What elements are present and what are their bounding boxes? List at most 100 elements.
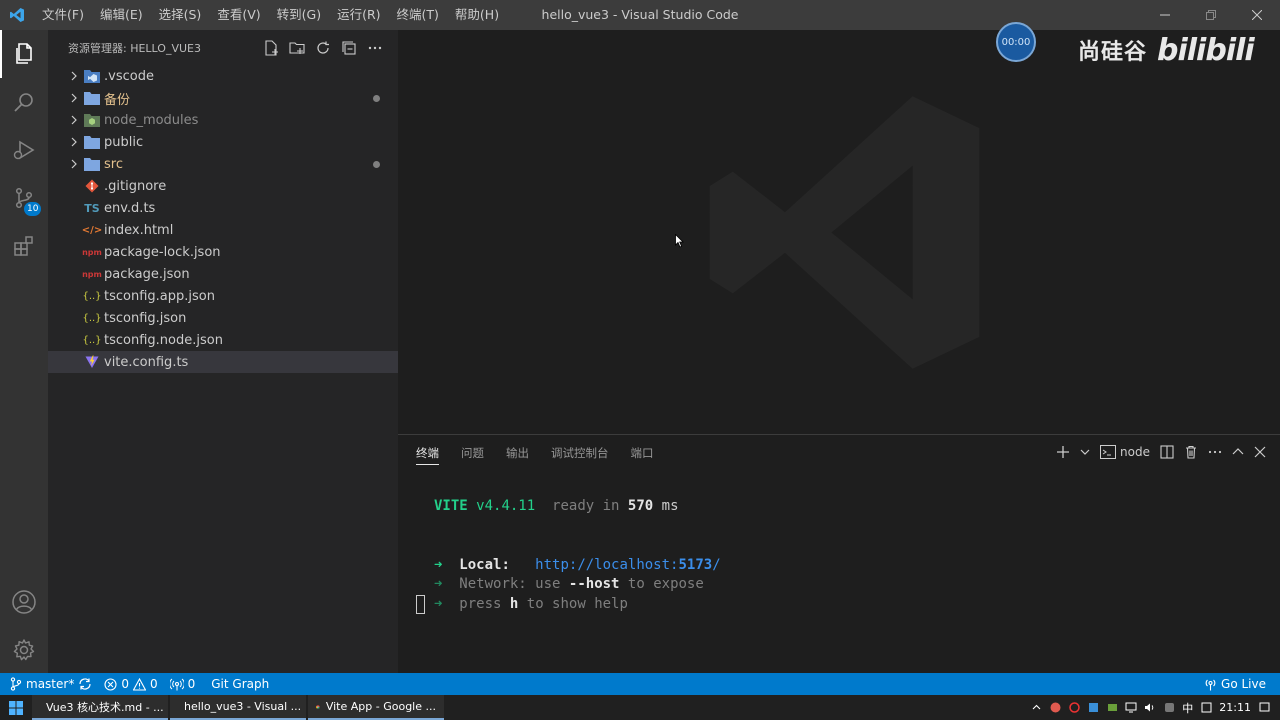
local-url-suffix[interactable]: / <box>712 557 720 573</box>
split-terminal-icon[interactable] <box>1160 445 1174 459</box>
close-button[interactable] <box>1234 0 1280 30</box>
tray-app-icon[interactable] <box>1106 702 1118 714</box>
tree-item-label: src <box>104 156 123 172</box>
local-url-prefix[interactable]: http://localhost: <box>535 557 678 573</box>
terminal-output[interactable]: VITE v4.4.11 ready in 570 ms ➜ Local: ht… <box>434 497 721 614</box>
collapse-all-icon[interactable] <box>340 39 358 57</box>
ready-ms-value: 570 <box>627 498 654 514</box>
tree-item-package-lock[interactable]: npm package-lock.json <box>48 241 398 263</box>
tab-output[interactable]: 输出 <box>506 443 529 473</box>
git-graph-button[interactable]: Git Graph <box>201 673 275 695</box>
run-debug-icon[interactable] <box>0 126 48 174</box>
tree-item-gitignore[interactable]: .gitignore <box>48 175 398 197</box>
explorer-sidebar: 资源管理器: HELLO_VUE3 .vscode 备份 node_module… <box>48 30 398 673</box>
menu-file[interactable]: 文件(F) <box>34 0 92 30</box>
restore-button[interactable] <box>1188 0 1234 30</box>
go-live-button[interactable]: Go Live <box>1198 673 1272 695</box>
tab-terminal[interactable]: 终端 <box>416 443 439 465</box>
tab-ports[interactable]: 端口 <box>631 443 654 473</box>
new-folder-icon[interactable] <box>288 39 306 57</box>
tree-item-label: 备份 <box>104 92 131 108</box>
maximize-panel-icon[interactable] <box>1232 446 1244 458</box>
tree-item-index-html[interactable]: </> index.html <box>48 219 398 241</box>
network-flag: --host <box>568 576 620 592</box>
notification-icon[interactable] <box>1258 702 1270 714</box>
minimize-button[interactable] <box>1142 0 1188 30</box>
tree-item-vscode[interactable]: .vscode <box>48 65 398 87</box>
error-count: 0 <box>121 677 129 691</box>
chevron-up-icon[interactable] <box>1030 702 1042 714</box>
windows-taskbar: Vue3 核心技术.md - ... hello_vue3 - Visual .… <box>0 695 1280 720</box>
arrow-icon: ➜ <box>434 576 443 592</box>
more-actions-icon[interactable] <box>1208 445 1222 459</box>
tree-item-env-d-ts[interactable]: TS env.d.ts <box>48 197 398 219</box>
source-control-icon[interactable]: 10 <box>0 174 48 222</box>
volume-icon[interactable] <box>1144 702 1156 714</box>
tree-item-node-modules[interactable]: node_modules <box>48 109 398 131</box>
folder-icon <box>82 90 102 106</box>
tree-item-backup[interactable]: 备份 <box>48 87 398 109</box>
terminal-line-local: ➜ Local: http://localhost:5173/ <box>434 556 721 576</box>
clock[interactable]: 21:11 <box>1219 701 1251 714</box>
explorer-icon[interactable] <box>0 30 48 78</box>
go-live-label: Go Live <box>1221 677 1266 691</box>
taskbar-item-chrome[interactable]: Vite App - Google ... <box>308 695 444 720</box>
terminal-selector[interactable]: node <box>1100 445 1150 459</box>
network-icon[interactable] <box>1125 702 1137 714</box>
panel-actions: node <box>1056 441 1266 463</box>
tree-item-src[interactable]: src <box>48 153 398 175</box>
tree-item-tsconfig[interactable]: {..} tsconfig.json <box>48 307 398 329</box>
status-bar: master* 0 0 0 Git Graph Go Live <box>0 673 1280 695</box>
menu-terminal[interactable]: 终端(T) <box>389 0 447 30</box>
tree-item-label: public <box>104 134 144 150</box>
press-key: h <box>509 595 519 612</box>
start-button[interactable] <box>0 695 32 720</box>
tree-item-package-json[interactable]: npm package.json <box>48 263 398 285</box>
tray-app-icon[interactable] <box>1049 702 1061 714</box>
ime-indicator[interactable]: 中 <box>1182 700 1193 716</box>
extensions-icon[interactable] <box>0 222 48 270</box>
search-icon[interactable] <box>0 78 48 126</box>
local-url-port[interactable]: 5173 <box>678 557 712 573</box>
branch-name: master* <box>26 677 75 691</box>
bottom-panel: 终端 问题 输出 调试控制台 端口 node VITE v4.4.11 read… <box>398 434 1280 673</box>
more-actions-icon[interactable] <box>366 39 384 57</box>
ready-ms-unit: ms <box>661 498 679 514</box>
git-icon <box>82 178 102 194</box>
taskbar-item-markdown[interactable]: Vue3 核心技术.md - ... <box>32 695 168 720</box>
network-label: Network: <box>459 576 527 592</box>
close-panel-icon[interactable] <box>1254 446 1266 458</box>
trash-icon[interactable] <box>1184 445 1198 459</box>
menu-edit[interactable]: 编辑(E) <box>92 0 151 30</box>
new-file-icon[interactable] <box>262 39 280 57</box>
tray-app-icon[interactable] <box>1087 702 1099 714</box>
tree-item-tsconfig-app[interactable]: {..} tsconfig.app.json <box>48 285 398 307</box>
chevron-right-icon <box>66 115 82 125</box>
tab-debug-console[interactable]: 调试控制台 <box>551 443 609 473</box>
taskbar-item-vscode[interactable]: hello_vue3 - Visual ... <box>170 695 306 720</box>
menu-view[interactable]: 查看(V) <box>209 0 268 30</box>
branch-status[interactable]: master* <box>0 673 98 695</box>
menu-selection[interactable]: 选择(S) <box>151 0 210 30</box>
ports-status[interactable]: 0 <box>164 673 202 695</box>
record-icon[interactable] <box>1068 702 1080 714</box>
tree-item-vite-config[interactable]: vite.config.ts <box>48 351 398 373</box>
tray-app-icon[interactable] <box>1200 702 1212 714</box>
problems-status[interactable]: 0 0 <box>98 673 163 695</box>
account-icon[interactable] <box>0 578 48 626</box>
tree-item-tsconfig-node[interactable]: {..} tsconfig.node.json <box>48 329 398 351</box>
tray-app-icon[interactable] <box>1163 702 1175 714</box>
tree-item-public[interactable]: public <box>48 131 398 153</box>
editor-area <box>398 30 1280 434</box>
chevron-down-icon[interactable] <box>1080 447 1090 457</box>
menu-run[interactable]: 运行(R) <box>329 0 388 30</box>
tree-item-label: env.d.ts <box>104 200 156 216</box>
new-terminal-icon[interactable] <box>1056 445 1070 459</box>
refresh-icon[interactable] <box>314 39 332 57</box>
tab-problems[interactable]: 问题 <box>461 443 484 473</box>
json-icon: {..} <box>82 312 102 324</box>
settings-gear-icon[interactable] <box>0 626 48 674</box>
tree-item-label: node_modules <box>104 112 199 128</box>
menu-go[interactable]: 转到(G) <box>269 0 329 30</box>
menu-help[interactable]: 帮助(H) <box>447 0 507 30</box>
